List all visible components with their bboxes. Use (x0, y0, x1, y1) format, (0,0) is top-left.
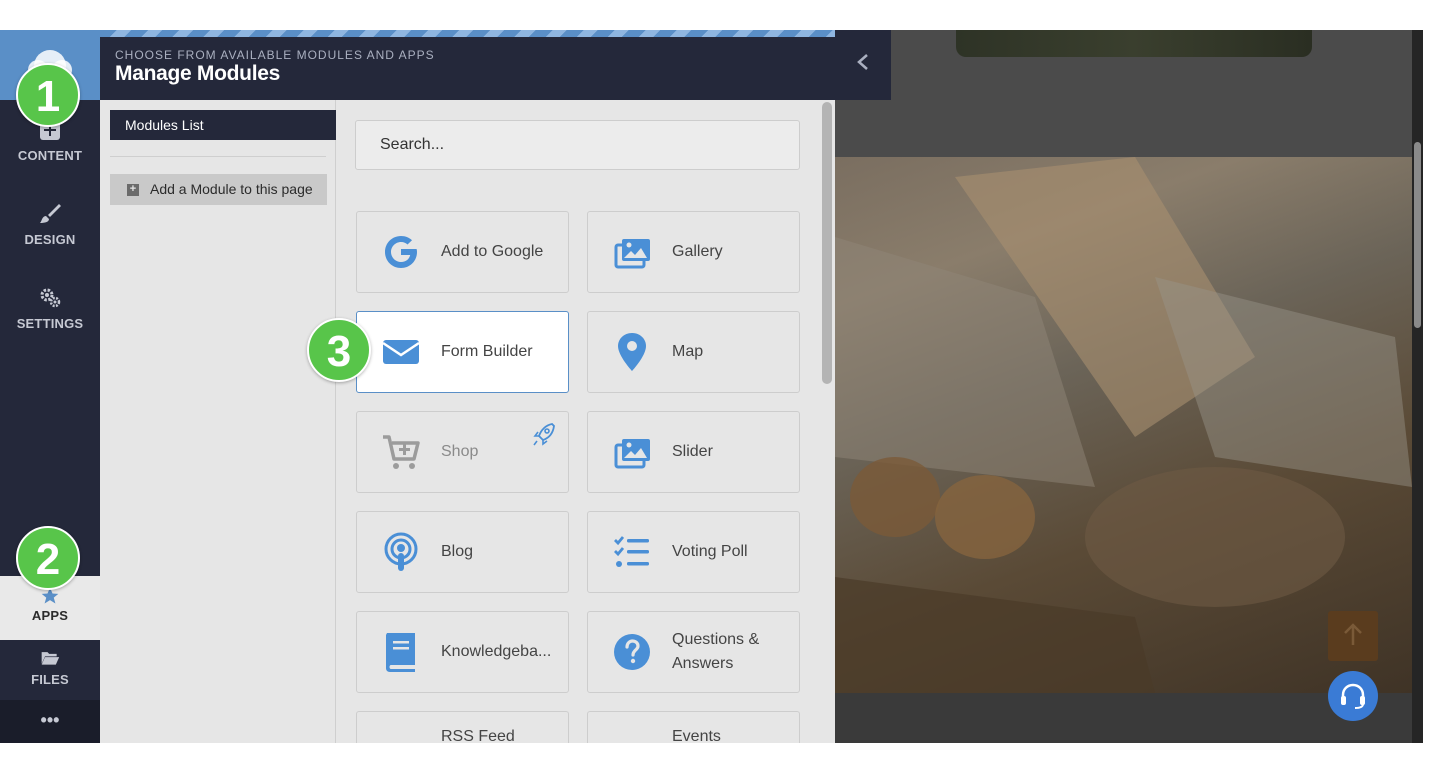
search-input[interactable]: Search... (355, 120, 800, 170)
module-tile-gallery[interactable]: Gallery (587, 211, 800, 293)
apps-inner: APPS (0, 586, 100, 640)
app-frame: CONTENT DESIGN SETTINGS APPS FILES ••• C… (0, 30, 1423, 743)
rss-icon (381, 731, 421, 743)
module-tile-slider[interactable]: Slider (587, 411, 800, 493)
module-label: RSS Feed (441, 728, 515, 743)
module-tile-rss-feed[interactable]: RSS Feed (356, 711, 569, 743)
module-label: Add to Google (441, 243, 544, 260)
sidebar-item-label: SETTINGS (16, 316, 84, 331)
module-tile-shop[interactable]: Shop (356, 411, 569, 493)
preview-hero-image (835, 157, 1412, 693)
sidebar-item-label: DESIGN (24, 232, 76, 247)
module-tile-add-to-google[interactable]: Add to Google (356, 211, 569, 293)
support-chat-button[interactable] (1328, 671, 1378, 721)
module-tile-form-builder[interactable]: Form Builder (356, 311, 569, 393)
modules-grid-area: Search... Add to Google Gallery Form Bui… (336, 100, 835, 743)
headset-icon (1341, 683, 1365, 709)
preview-scrollbar[interactable] (1412, 30, 1423, 743)
images-icon (614, 239, 650, 269)
cart-plus-icon (383, 435, 420, 469)
module-label: Voting Poll (672, 543, 748, 560)
more-menu-button[interactable]: ••• (0, 700, 100, 743)
module-tile-blog[interactable]: Blog (356, 511, 569, 593)
module-label: Slider (672, 443, 713, 460)
module-tile-events[interactable]: Events (587, 711, 800, 743)
left-sidebar: CONTENT DESIGN SETTINGS APPS FILES ••• (0, 30, 100, 743)
images-icon (614, 439, 650, 469)
step-marker-3: 3 (307, 318, 371, 382)
page-title: Manage Modules (115, 62, 280, 85)
nav-modules-list[interactable]: Modules List (110, 110, 344, 140)
map-pin-icon (618, 333, 646, 371)
module-tile-voting-poll[interactable]: Voting Poll (587, 511, 800, 593)
bakery-photo (835, 157, 1412, 693)
calendar-icon (612, 731, 652, 743)
module-label: Map (672, 343, 704, 360)
chevron-left-icon (857, 54, 868, 70)
add-module-button[interactable]: + Add a Module to this page (110, 174, 327, 205)
rocket-icon (533, 423, 555, 446)
divider (110, 156, 326, 157)
modules-nav-panel: Modules List + Add a Module to this page (100, 100, 344, 743)
module-tile-map[interactable]: Map (587, 311, 800, 393)
header-stripe (100, 30, 835, 37)
sidebar-item-label: APPS (31, 608, 69, 623)
preview-top-section (835, 30, 1423, 157)
gears-icon (40, 288, 61, 308)
envelope-icon (382, 340, 420, 364)
plus-icon: + (127, 184, 139, 196)
sidebar-item-label: CONTENT (17, 148, 83, 163)
book-icon (386, 633, 415, 672)
checklist-icon (614, 536, 649, 567)
podcast-icon (384, 532, 418, 571)
module-label: Questions & Answers (672, 631, 760, 672)
add-module-label: Add a Module to this page (150, 181, 313, 197)
sidebar-item-files[interactable]: FILES (0, 648, 100, 700)
step-marker-1: 1 (16, 63, 80, 127)
step-marker-2: 2 (16, 526, 80, 590)
sidebar-item-settings[interactable]: SETTINGS (0, 286, 100, 370)
sidebar-item-design[interactable]: DESIGN (0, 202, 100, 286)
folder-open-icon (41, 652, 60, 665)
paintbrush-icon (40, 204, 61, 223)
module-label: Gallery (672, 243, 723, 260)
preview-top-image (956, 30, 1312, 57)
scroll-to-top-button[interactable] (1328, 611, 1378, 661)
sidebar-item-content[interactable]: CONTENT (0, 118, 100, 202)
module-label: Blog (441, 543, 474, 560)
website-preview (835, 30, 1423, 743)
preview-scroll-thumb[interactable] (1414, 142, 1421, 328)
module-label: Form Builder (441, 343, 533, 360)
ellipsis-icon: ••• (40, 710, 60, 730)
module-label: Knowledgeba... (441, 643, 552, 660)
question-circle-icon (614, 634, 650, 670)
collapse-panel-button[interactable] (835, 30, 891, 100)
scrollbar[interactable] (822, 102, 832, 384)
sidebar-item-label: FILES (31, 672, 69, 687)
header-subtitle: CHOOSE FROM AVAILABLE MODULES AND APPS (115, 48, 435, 62)
module-label: Events (672, 728, 721, 743)
panel-header: CHOOSE FROM AVAILABLE MODULES AND APPS M… (100, 30, 835, 100)
arrow-up-icon (1344, 623, 1362, 645)
module-tile-knowledgebase[interactable]: Knowledgeba... (356, 611, 569, 693)
module-tile-questions-answers[interactable]: Questions & Answers (587, 611, 800, 693)
google-icon (385, 236, 417, 268)
